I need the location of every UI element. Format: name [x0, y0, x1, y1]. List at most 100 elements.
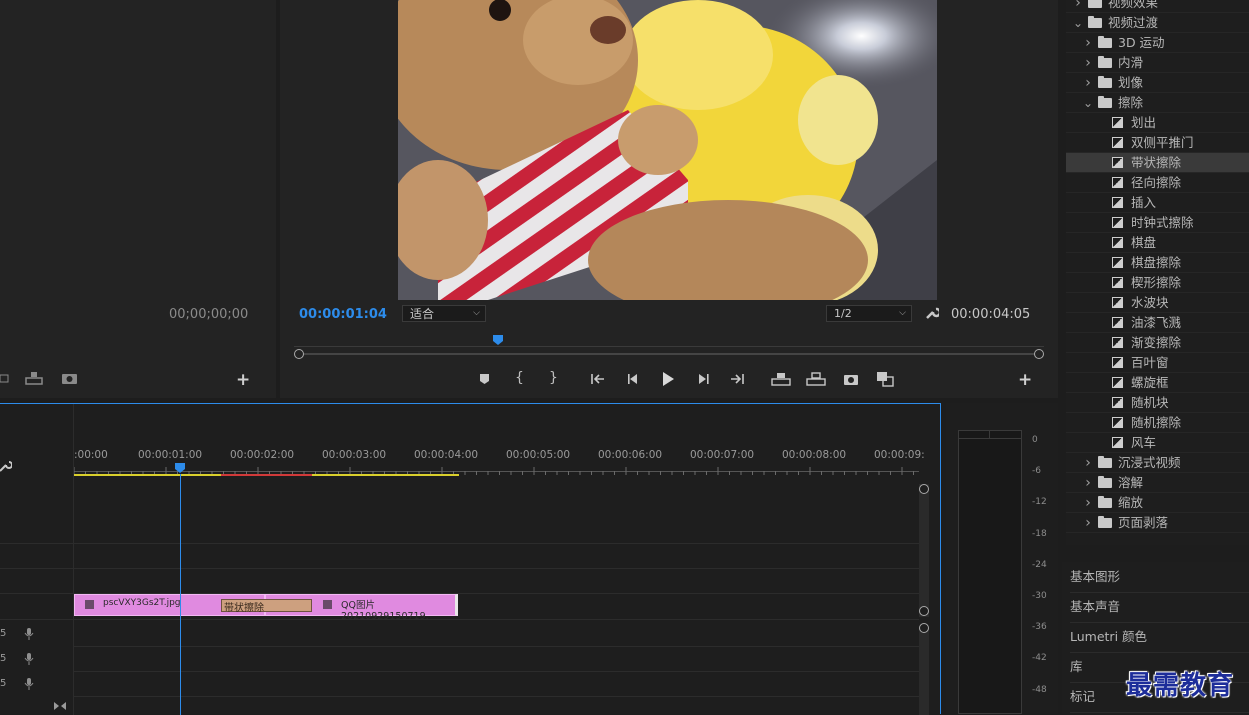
- effect-item-12[interactable]: 棋盘: [1066, 233, 1249, 253]
- extract-icon[interactable]: [806, 372, 826, 386]
- panel-lumetri-color[interactable]: Lumetri 颜色: [1070, 622, 1249, 653]
- play-icon[interactable]: [661, 371, 675, 387]
- effects-folder-5[interactable]: ⌄ 擦除: [1066, 93, 1249, 113]
- in-handle[interactable]: [294, 349, 304, 359]
- overwrite-icon[interactable]: [24, 371, 44, 385]
- fit-select[interactable]: 适合 ⌵: [402, 305, 486, 322]
- step-forward-icon[interactable]: [696, 372, 710, 386]
- effects-folder-1[interactable]: ⌄ 视频过渡: [1066, 13, 1249, 33]
- effect-item-8[interactable]: 带状擦除: [1066, 153, 1249, 173]
- panel-essential-sound[interactable]: 基本声音: [1070, 592, 1249, 623]
- export-frame-camera-icon[interactable]: [843, 372, 859, 386]
- effects-folder-25[interactable]: › 缩放: [1066, 493, 1249, 513]
- mark-in-icon[interactable]: {: [515, 370, 524, 386]
- effect-item-11[interactable]: 时钟式擦除: [1066, 213, 1249, 233]
- panel-essential-graphics[interactable]: 基本图形: [1070, 562, 1249, 593]
- effect-item-21[interactable]: 随机擦除: [1066, 413, 1249, 433]
- fx-badge-icon: [85, 600, 94, 609]
- mark-out-icon[interactable]: }: [549, 370, 558, 386]
- effect-item-14[interactable]: 楔形擦除: [1066, 273, 1249, 293]
- resolution-select[interactable]: 1/2 ⌵: [826, 305, 912, 322]
- chevron-right-icon[interactable]: ›: [1082, 453, 1094, 473]
- microphone-icon[interactable]: [24, 627, 34, 641]
- audio-meter: [958, 430, 1022, 714]
- effect-item-9[interactable]: 径向擦除: [1066, 173, 1249, 193]
- program-duration: 00:00:04:05: [951, 307, 1031, 322]
- effect-item-13[interactable]: 棋盘擦除: [1066, 253, 1249, 273]
- video-track-scrollbar[interactable]: [919, 484, 929, 617]
- microphone-icon[interactable]: [24, 652, 34, 666]
- tree-item-label: 沉浸式视频: [1118, 455, 1181, 470]
- ruler-time-label: 00:00:02:00: [230, 449, 295, 461]
- microphone-icon[interactable]: [24, 677, 34, 691]
- chevron-down-icon[interactable]: ⌄: [1082, 93, 1094, 113]
- chevron-right-icon[interactable]: ›: [1082, 493, 1094, 513]
- program-current-time[interactable]: 00:00:01:04: [299, 307, 387, 322]
- render-bar-red: [221, 474, 312, 476]
- ruler-time-label: 00:00:05:00: [506, 449, 571, 461]
- render-bar-yellow: [74, 474, 221, 476]
- scroll-handle-bottom[interactable]: [919, 606, 929, 616]
- add-marker-icon[interactable]: [478, 372, 492, 386]
- add-button[interactable]: +: [236, 370, 250, 390]
- chevron-right-icon[interactable]: ›: [1082, 33, 1094, 53]
- folder-icon: [1098, 496, 1112, 508]
- effects-folder-23[interactable]: › 沉浸式视频: [1066, 453, 1249, 473]
- comparison-view-icon[interactable]: [876, 371, 894, 387]
- folder-icon: [1098, 516, 1112, 528]
- effect-item-16[interactable]: 油漆飞溅: [1066, 313, 1249, 333]
- lift-icon[interactable]: [771, 372, 791, 386]
- chevron-right-icon[interactable]: ›: [1082, 73, 1094, 93]
- chevron-down-icon[interactable]: ⌄: [1072, 13, 1084, 33]
- effect-item-18[interactable]: 百叶窗: [1066, 353, 1249, 373]
- transition-effect-icon: [1112, 257, 1123, 268]
- transition-effect-icon: [1112, 277, 1123, 288]
- effects-folder-0[interactable]: › 视频效果: [1066, 0, 1249, 13]
- audio-track-scrollbar[interactable]: [919, 628, 929, 715]
- effect-item-22[interactable]: 风车: [1066, 433, 1249, 453]
- effect-item-7[interactable]: 双侧平推门: [1066, 133, 1249, 153]
- effect-item-20[interactable]: 随机块: [1066, 393, 1249, 413]
- effect-item-6[interactable]: 划出: [1066, 113, 1249, 133]
- transition-effect-icon: [1112, 117, 1123, 128]
- effects-folder-26[interactable]: › 页面剥落: [1066, 513, 1249, 533]
- export-frame-icon[interactable]: [0, 372, 10, 384]
- step-back-icon[interactable]: [626, 372, 640, 386]
- tree-item-label: 百叶窗: [1131, 355, 1169, 370]
- folder-icon: [1088, 16, 1102, 28]
- transition-band-wipe[interactable]: 带状擦除: [221, 599, 312, 614]
- scroll-handle-audio[interactable]: [919, 623, 929, 633]
- wrench-icon[interactable]: [925, 306, 942, 320]
- source-timecode[interactable]: 00;00;00;00: [169, 307, 248, 322]
- effect-item-17[interactable]: 渐变擦除: [1066, 333, 1249, 353]
- tree-item-label: 螺旋框: [1131, 375, 1169, 390]
- header-divider: [0, 619, 73, 620]
- chevron-right-icon[interactable]: ›: [1082, 53, 1094, 73]
- camera-icon[interactable]: [61, 371, 79, 385]
- timeline-playhead[interactable]: [175, 463, 187, 475]
- program-playhead[interactable]: [493, 335, 503, 345]
- folder-icon: [1098, 76, 1112, 88]
- program-mini-ruler[interactable]: [294, 336, 1044, 347]
- master-track-icon[interactable]: [53, 700, 67, 710]
- tree-item-label: 插入: [1131, 195, 1157, 210]
- effects-folder-3[interactable]: › 内滑: [1066, 53, 1249, 73]
- go-to-out-icon[interactable]: [729, 372, 745, 386]
- effects-folder-4[interactable]: › 划像: [1066, 73, 1249, 93]
- go-to-in-icon[interactable]: [590, 372, 606, 386]
- chevron-right-icon[interactable]: ›: [1082, 513, 1094, 533]
- out-handle[interactable]: [1034, 349, 1044, 359]
- effects-folder-2[interactable]: › 3D 运动: [1066, 33, 1249, 53]
- effects-tree: › 视频效果 ⌄ 视频过渡 › 3D 运动 › 内滑 › 划像 ⌄ 擦除 划出 双侧平推门 带状擦除 径向擦除…: [1066, 0, 1249, 545]
- timeline-playhead-line: [180, 474, 181, 715]
- program-scrub-bar[interactable]: [299, 353, 1039, 355]
- effect-item-15[interactable]: 水波块: [1066, 293, 1249, 313]
- scroll-handle-top[interactable]: [919, 484, 929, 494]
- chevron-right-icon[interactable]: ›: [1082, 473, 1094, 493]
- effects-folder-24[interactable]: › 溶解: [1066, 473, 1249, 493]
- tree-item-label: 渐变擦除: [1131, 335, 1182, 350]
- program-add-button[interactable]: +: [1018, 370, 1032, 390]
- effect-item-10[interactable]: 插入: [1066, 193, 1249, 213]
- effect-item-19[interactable]: 螺旋框: [1066, 373, 1249, 393]
- chevron-right-icon[interactable]: ›: [1072, 0, 1084, 13]
